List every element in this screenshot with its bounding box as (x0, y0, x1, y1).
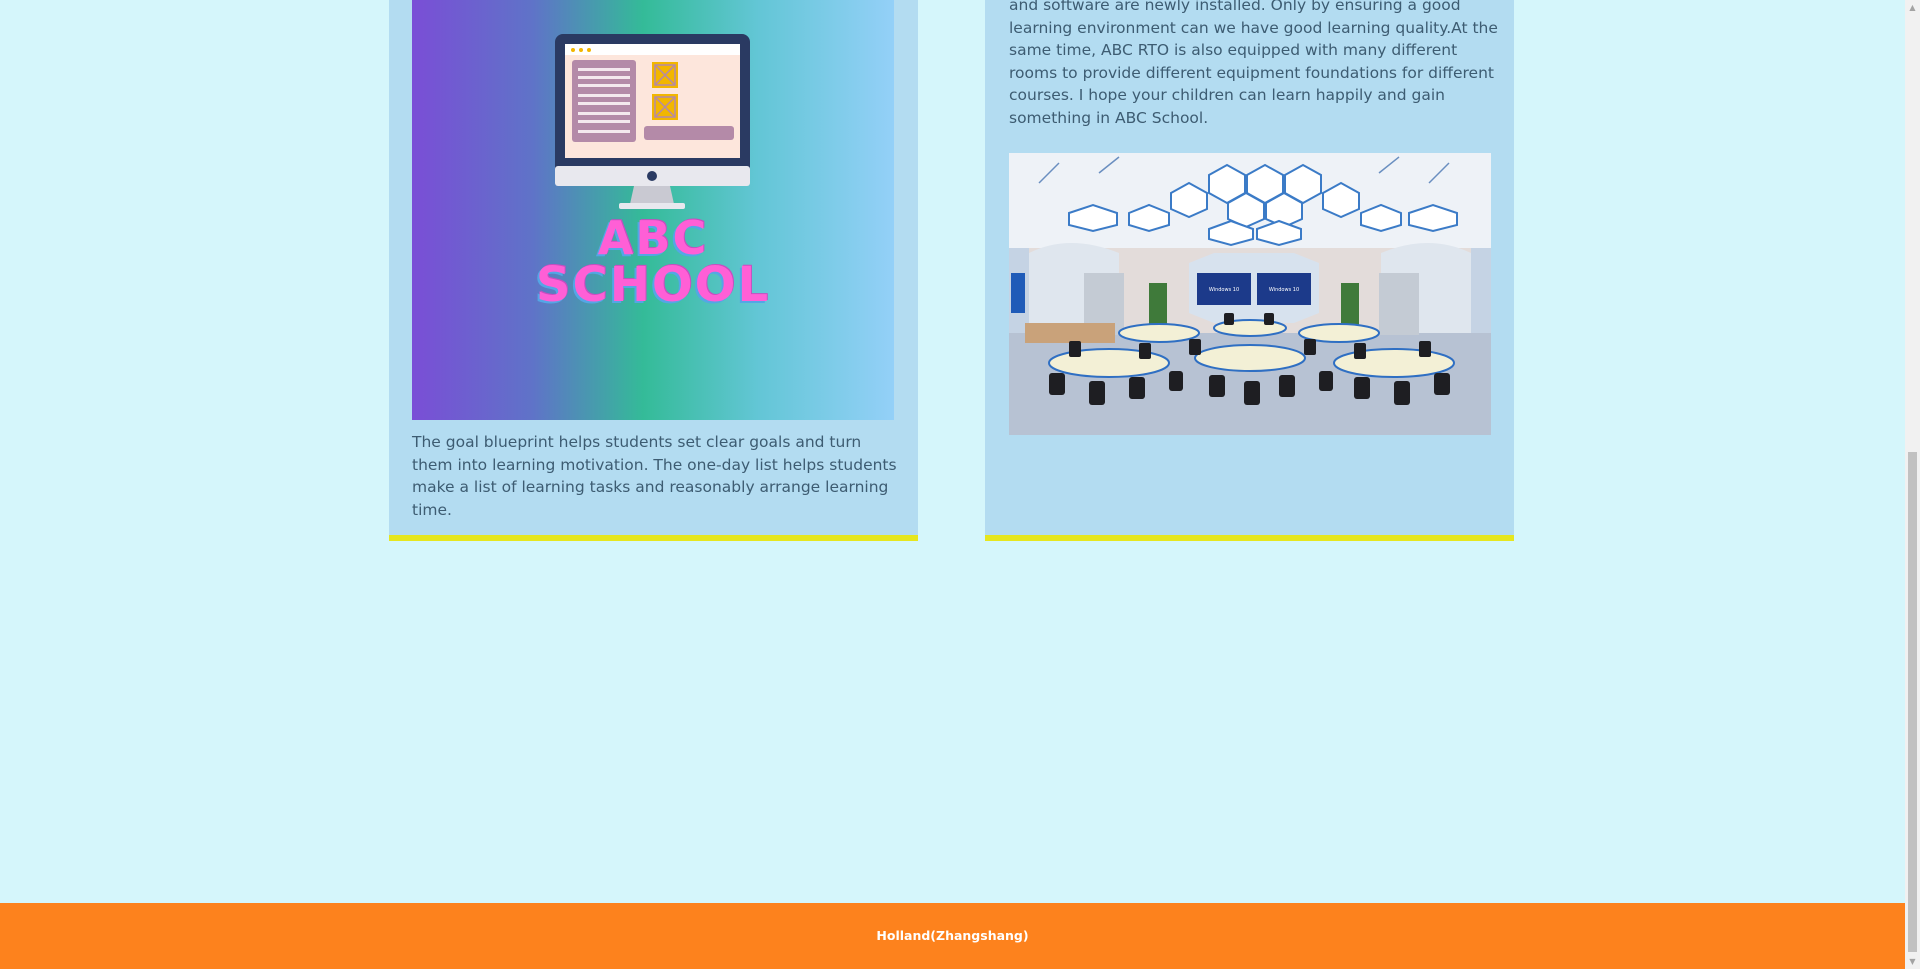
course-card-left: ABC SCHOOL The goal blueprint helps stud… (389, 0, 918, 541)
classroom-photo: Windows 10 Windows 10 (1009, 153, 1491, 435)
computer-monitor-icon (555, 34, 750, 209)
screen-label-left: Windows 10 (1209, 287, 1239, 293)
page-viewport: ABC SCHOOL The goal blueprint helps stud… (0, 0, 1905, 969)
scroll-down-arrow-icon[interactable]: ▼ (1905, 954, 1920, 969)
vertical-scrollbar[interactable]: ▲ ▼ (1905, 0, 1920, 969)
scrollbar-thumb[interactable] (1908, 452, 1917, 952)
course-card-right: and software are newly installed. Only b… (985, 0, 1514, 541)
abc-school-logo-image: ABC SCHOOL (412, 0, 894, 420)
screen-label-right: Windows 10 (1269, 287, 1299, 293)
logo-title-line2: SCHOOL (535, 257, 771, 313)
scroll-up-arrow-icon[interactable]: ▲ (1905, 0, 1920, 15)
card-left-description: The goal blueprint helps students set cl… (412, 433, 897, 519)
logo-title-line1: ABC (597, 211, 709, 265)
footer-text: Holland(Zhangshang) (876, 928, 1029, 943)
card-right-description: and software are newly installed. Only b… (1009, 0, 1498, 127)
site-footer: Holland(Zhangshang) (0, 903, 1905, 969)
